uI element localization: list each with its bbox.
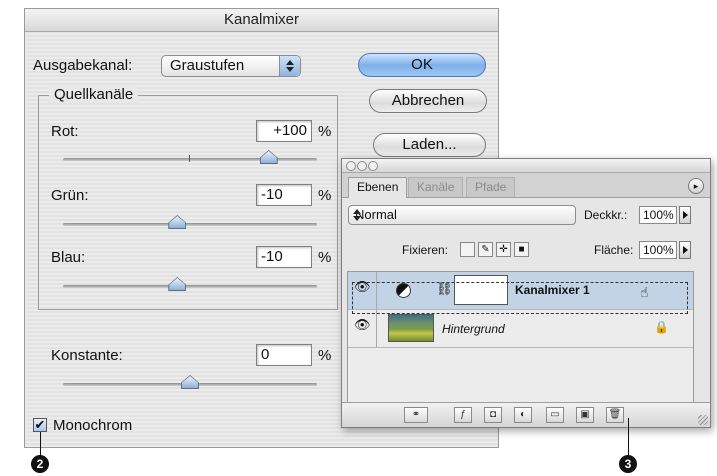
visibility-eye-icon[interactable]: 👁 [354, 318, 371, 331]
layer-image-thumbnail[interactable] [388, 314, 434, 342]
new-group-folder-icon[interactable]: ▭ [546, 407, 564, 423]
new-layer-icon[interactable]: ▣ [576, 407, 594, 423]
tab-paths[interactable]: Pfade [466, 177, 516, 197]
cancel-button[interactable]: Abbrechen [369, 89, 487, 113]
minimize-icon[interactable] [357, 161, 367, 171]
layers-palette: Ebenen Kanäle Pfade ▸ Normal Deckkr.: 10… [341, 158, 711, 428]
constant-slider-thumb[interactable] [181, 375, 199, 389]
constant-label: Konstante: [51, 347, 123, 364]
palette-titlebar[interactable] [342, 159, 710, 173]
layers-bottom-toolbar: ⚭ ƒ ◘ ◐ ▭ ▣ 🗑 [342, 402, 710, 427]
tab-layers[interactable]: Ebenen [348, 177, 408, 198]
callout-marker-3: 3 [619, 455, 637, 473]
callout-line-2 [40, 432, 41, 456]
lock-position-move-icon[interactable]: ✛ [496, 242, 511, 257]
channel-green-unit: % [318, 187, 332, 204]
layer-mask-thumbnail[interactable] [454, 275, 508, 305]
new-adjustment-layer-icon[interactable]: ◐ [514, 407, 532, 423]
lock-label: Fixieren: [402, 243, 449, 257]
slider-center-tick [189, 155, 190, 162]
constant-unit: % [318, 347, 332, 364]
layer-style-fx-icon[interactable]: ƒ [454, 407, 472, 423]
link-chain-icon[interactable]: ⛓ [436, 281, 453, 297]
channel-blue-unit: % [318, 249, 332, 266]
fill-label: Fläche: [594, 243, 634, 257]
channel-red-unit: % [318, 123, 332, 140]
column-divider [376, 272, 377, 309]
opacity-arrow-icon[interactable] [679, 206, 691, 224]
channel-red-input[interactable]: +100 [256, 120, 312, 142]
constant-input[interactable]: 0 [256, 344, 312, 366]
link-layers-icon[interactable]: ⚭ [404, 407, 428, 423]
fill-input[interactable]: 100% [639, 241, 677, 259]
monochrome-label: Monochrom [53, 417, 133, 434]
channel-blue-label: Blau: [51, 249, 86, 266]
channel-red-slider-track[interactable] [63, 158, 317, 161]
fill-arrow-icon[interactable] [679, 241, 691, 259]
lock-all-icon[interactable]: ■ [514, 242, 529, 257]
output-channel-label: Ausgabekanal: [33, 57, 133, 74]
layer-locked-icon: 🔒 [654, 320, 669, 334]
layer-name-channel-mixer[interactable]: Kanalmixer 1 [515, 283, 590, 297]
channel-red-label: Rot: [51, 123, 79, 140]
output-channel-popup[interactable]: Graustufen [161, 55, 301, 77]
layer-row-background[interactable]: 👁 Hintergrund 🔒 [348, 310, 693, 348]
tab-channels[interactable]: Kanäle [408, 177, 464, 197]
output-channel-value: Graustufen [170, 57, 245, 74]
channel-green-label: Grün: [51, 187, 89, 204]
layer-name-background[interactable]: Hintergrund [442, 322, 505, 336]
slider-thumb-face [182, 376, 198, 388]
close-icon[interactable] [346, 161, 356, 171]
channel-blue-input[interactable]: -10 [256, 246, 312, 268]
adjustment-layer-icon [396, 283, 411, 298]
channel-green-input[interactable]: -10 [256, 184, 312, 206]
zoom-icon[interactable] [368, 161, 378, 171]
palette-tabbar: Ebenen Kanäle Pfade ▸ [342, 173, 710, 198]
column-divider [376, 310, 377, 347]
monochrome-checkbox[interactable]: ✔ [33, 418, 47, 432]
source-channels-label: Quellkanäle [49, 86, 139, 103]
opacity-input[interactable]: 100% [639, 206, 677, 224]
load-button[interactable]: Laden... [373, 133, 486, 157]
opacity-label: Deckkr.: [584, 208, 628, 222]
resize-grip-icon[interactable] [698, 415, 708, 425]
add-mask-icon[interactable]: ◘ [484, 407, 502, 423]
popup-stepper-icon [279, 56, 300, 76]
layers-list: 👁 ⛓ Kanalmixer 1 ☝ 👁 Hintergrund 🔒 [347, 271, 694, 403]
blend-mode-popup[interactable]: Normal [348, 205, 576, 225]
callout-line-3 [628, 418, 629, 456]
delete-layer-trash-icon[interactable]: 🗑 [606, 407, 624, 423]
channel-green-slider-track[interactable] [63, 223, 317, 226]
hand-cursor-icon: ☝ [640, 284, 649, 300]
channel-blue-slider-track[interactable] [63, 285, 317, 288]
ok-button[interactable]: OK [358, 53, 486, 77]
callout-marker-2: 2 [31, 455, 49, 473]
lock-transparency-icon[interactable] [460, 242, 475, 257]
blend-mode-value: Normal [355, 207, 397, 222]
layer-row-channel-mixer[interactable]: 👁 ⛓ Kanalmixer 1 ☝ [348, 272, 693, 310]
visibility-eye-icon[interactable]: 👁 [354, 280, 371, 293]
palette-menu-icon[interactable]: ▸ [688, 178, 704, 194]
lock-image-brush-icon[interactable]: ✎ [478, 242, 493, 257]
dialog-title: Kanalmixer [25, 9, 498, 32]
